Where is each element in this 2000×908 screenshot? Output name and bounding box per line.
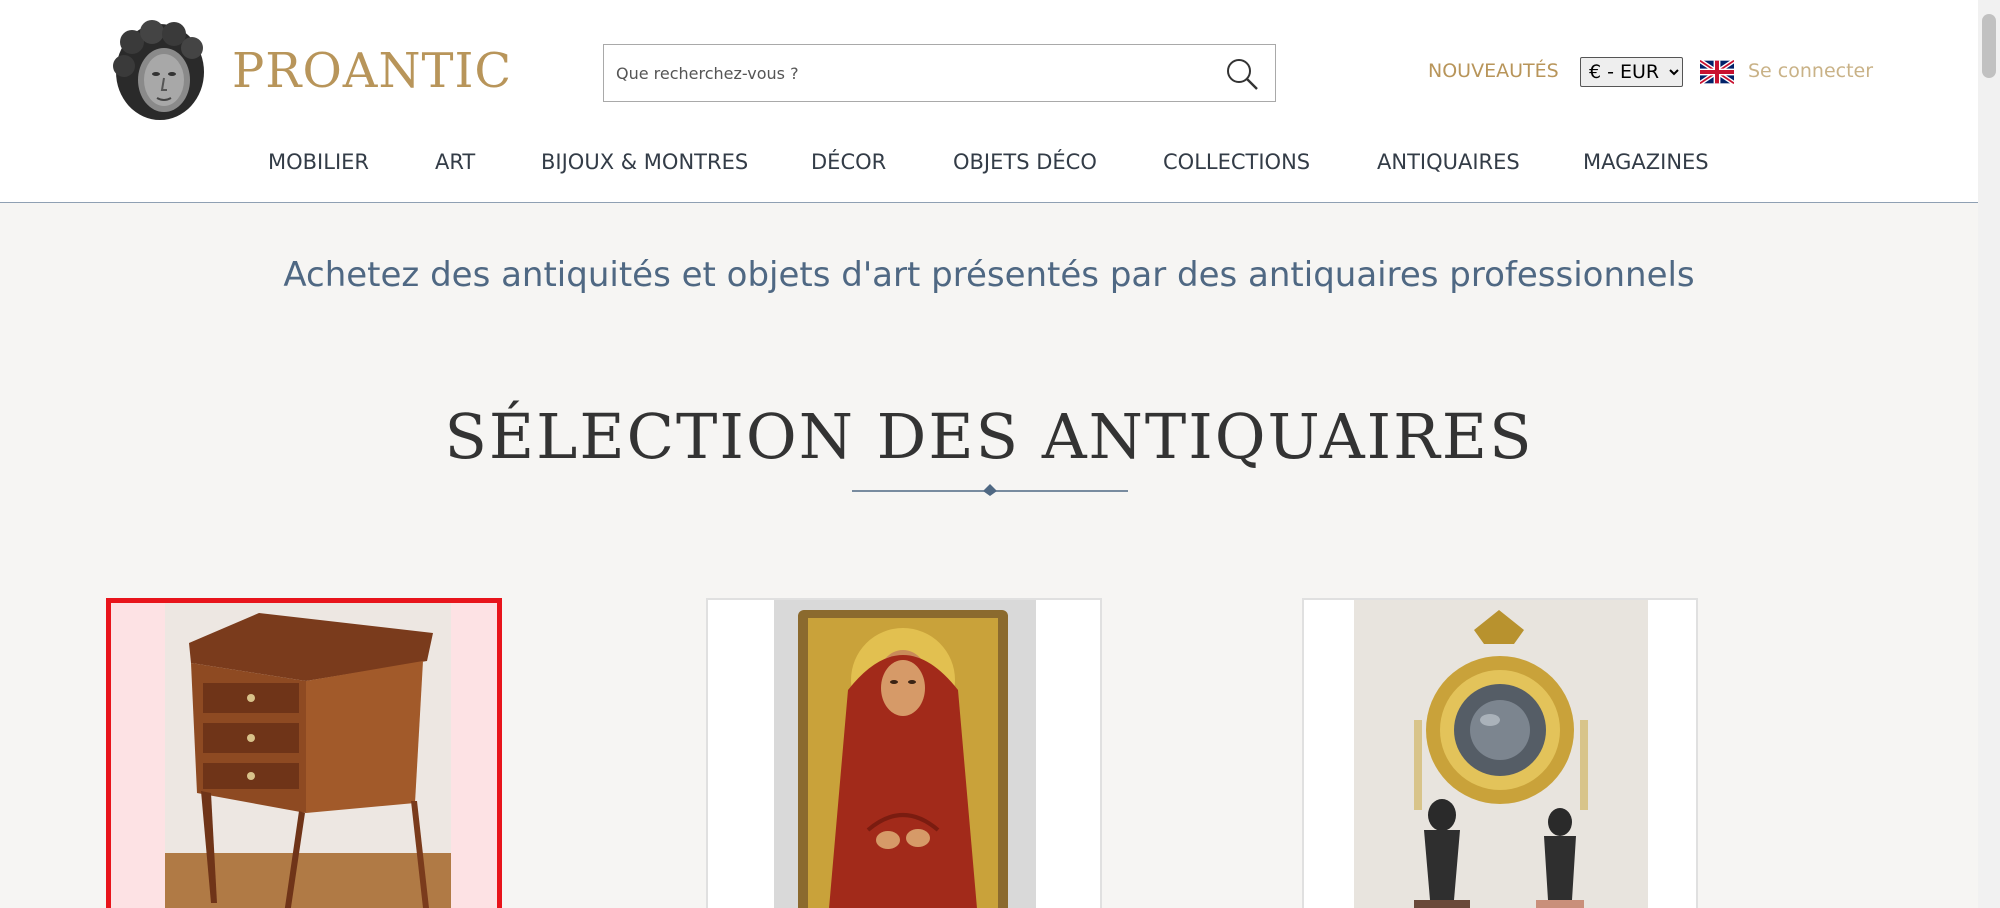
section-title: SÉLECTION DES ANTIQUAIRES bbox=[444, 400, 1534, 473]
nav-item-collections[interactable]: COLLECTIONS bbox=[1163, 150, 1310, 174]
product-image-mirror-statues bbox=[1304, 600, 1696, 908]
search-bar bbox=[603, 44, 1276, 102]
tagline: Achetez des antiquités et objets d'art p… bbox=[283, 255, 1695, 295]
login-link[interactable]: Se connecter bbox=[1748, 60, 1873, 82]
site-header: PROANTIC NOUVEAUTÉS € - EUR Se connecter… bbox=[0, 0, 1978, 203]
currency-select[interactable]: € - EUR bbox=[1580, 57, 1683, 87]
nav-item-art[interactable]: ART bbox=[435, 150, 475, 174]
product-image-icon-painting bbox=[708, 600, 1100, 908]
search-icon[interactable] bbox=[1225, 57, 1259, 91]
product-card-icon-painting[interactable] bbox=[706, 598, 1102, 908]
nav-item-mobilier[interactable]: MOBILIER bbox=[268, 150, 369, 174]
product-image-side-table bbox=[111, 603, 497, 908]
divider-diamond-icon bbox=[852, 484, 1128, 496]
logo-text: PROANTIC bbox=[232, 43, 513, 99]
nav-item-decor[interactable]: DÉCOR bbox=[811, 150, 886, 174]
nav-item-bijoux-montres[interactable]: BIJOUX & MONTRES bbox=[541, 150, 748, 174]
nouveautes-link[interactable]: NOUVEAUTÉS bbox=[1428, 60, 1559, 82]
logo[interactable]: PROANTIC bbox=[110, 20, 512, 122]
nav-item-antiquaires[interactable]: ANTIQUAIRES bbox=[1377, 150, 1520, 174]
uk-flag-icon[interactable] bbox=[1700, 60, 1734, 84]
nav-item-magazines[interactable]: MAGAZINES bbox=[1583, 150, 1709, 174]
product-card-side-table[interactable] bbox=[106, 598, 502, 908]
logo-head-icon bbox=[113, 20, 204, 120]
product-card-mirror-statues[interactable] bbox=[1302, 598, 1698, 908]
page-scrollbar[interactable] bbox=[1978, 0, 2000, 908]
search-input[interactable] bbox=[616, 45, 1216, 101]
nav-item-objets-deco[interactable]: OBJETS DÉCO bbox=[953, 150, 1097, 174]
scrollbar-thumb[interactable] bbox=[1982, 14, 1996, 78]
